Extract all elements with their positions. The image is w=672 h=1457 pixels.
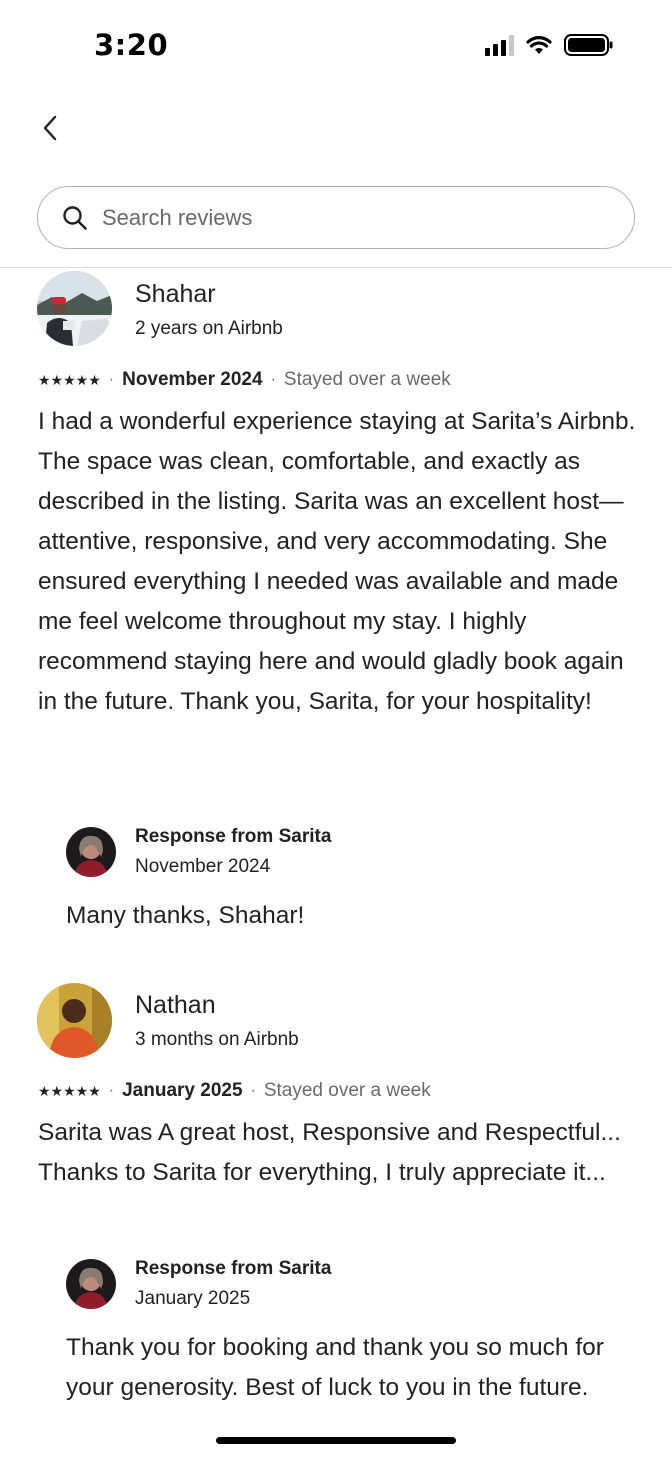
response-title: Response from Sarita xyxy=(135,1258,332,1279)
reviewer-avatar[interactable] xyxy=(37,983,112,1058)
review-meta: ★★★★★ · January 2025 · Stayed over a wee… xyxy=(38,1080,431,1102)
home-indicator[interactable] xyxy=(216,1437,456,1444)
cellular-signal-icon xyxy=(485,34,514,56)
search-icon xyxy=(63,205,87,230)
stay-duration: Stayed over a week xyxy=(283,369,451,390)
separator-dot: · xyxy=(108,1082,115,1099)
reviewer-name: Nathan xyxy=(135,991,216,1019)
review-text: Sarita was A great host, Responsive and … xyxy=(38,1119,621,1186)
search-bar[interactable] xyxy=(37,186,635,249)
review-meta: ★★★★★ · November 2024 · Stayed over a we… xyxy=(38,369,451,391)
separator-dot: · xyxy=(250,1082,256,1099)
response-date: November 2024 xyxy=(135,856,271,877)
host-avatar[interactable] xyxy=(66,827,116,877)
back-button[interactable] xyxy=(30,108,70,148)
review-text: I had a wonderful experience staying at … xyxy=(38,408,636,715)
status-bar: 3:20 xyxy=(0,0,672,90)
separator-dot: · xyxy=(270,371,276,388)
header-divider xyxy=(0,267,672,268)
reviewer-tenure: 2 years on Airbnb xyxy=(135,318,283,339)
review-date: January 2025 xyxy=(122,1080,243,1101)
wifi-icon xyxy=(526,36,552,54)
response-title: Response from Sarita xyxy=(135,826,332,847)
reviewer-name: Shahar xyxy=(135,280,216,308)
response-text: Many thanks, Shahar! xyxy=(66,902,305,929)
reviewer-avatar[interactable] xyxy=(37,271,112,346)
review-date: November 2024 xyxy=(122,369,263,390)
host-avatar[interactable] xyxy=(66,1259,116,1309)
battery-icon xyxy=(564,34,613,56)
separator-dot: · xyxy=(108,371,115,388)
stay-duration: Stayed over a week xyxy=(263,1080,431,1101)
chevron-left-icon xyxy=(43,115,57,141)
response-text: Thank you for booking and thank you so m… xyxy=(66,1334,604,1401)
search-input[interactable] xyxy=(102,204,582,231)
response-date: January 2025 xyxy=(135,1288,251,1309)
status-time: 3:20 xyxy=(94,28,169,62)
star-rating-icon: ★★★★★ xyxy=(38,371,101,388)
star-rating-icon: ★★★★★ xyxy=(38,1082,101,1099)
status-icons xyxy=(485,33,614,57)
reviewer-tenure: 3 months on Airbnb xyxy=(135,1029,299,1050)
